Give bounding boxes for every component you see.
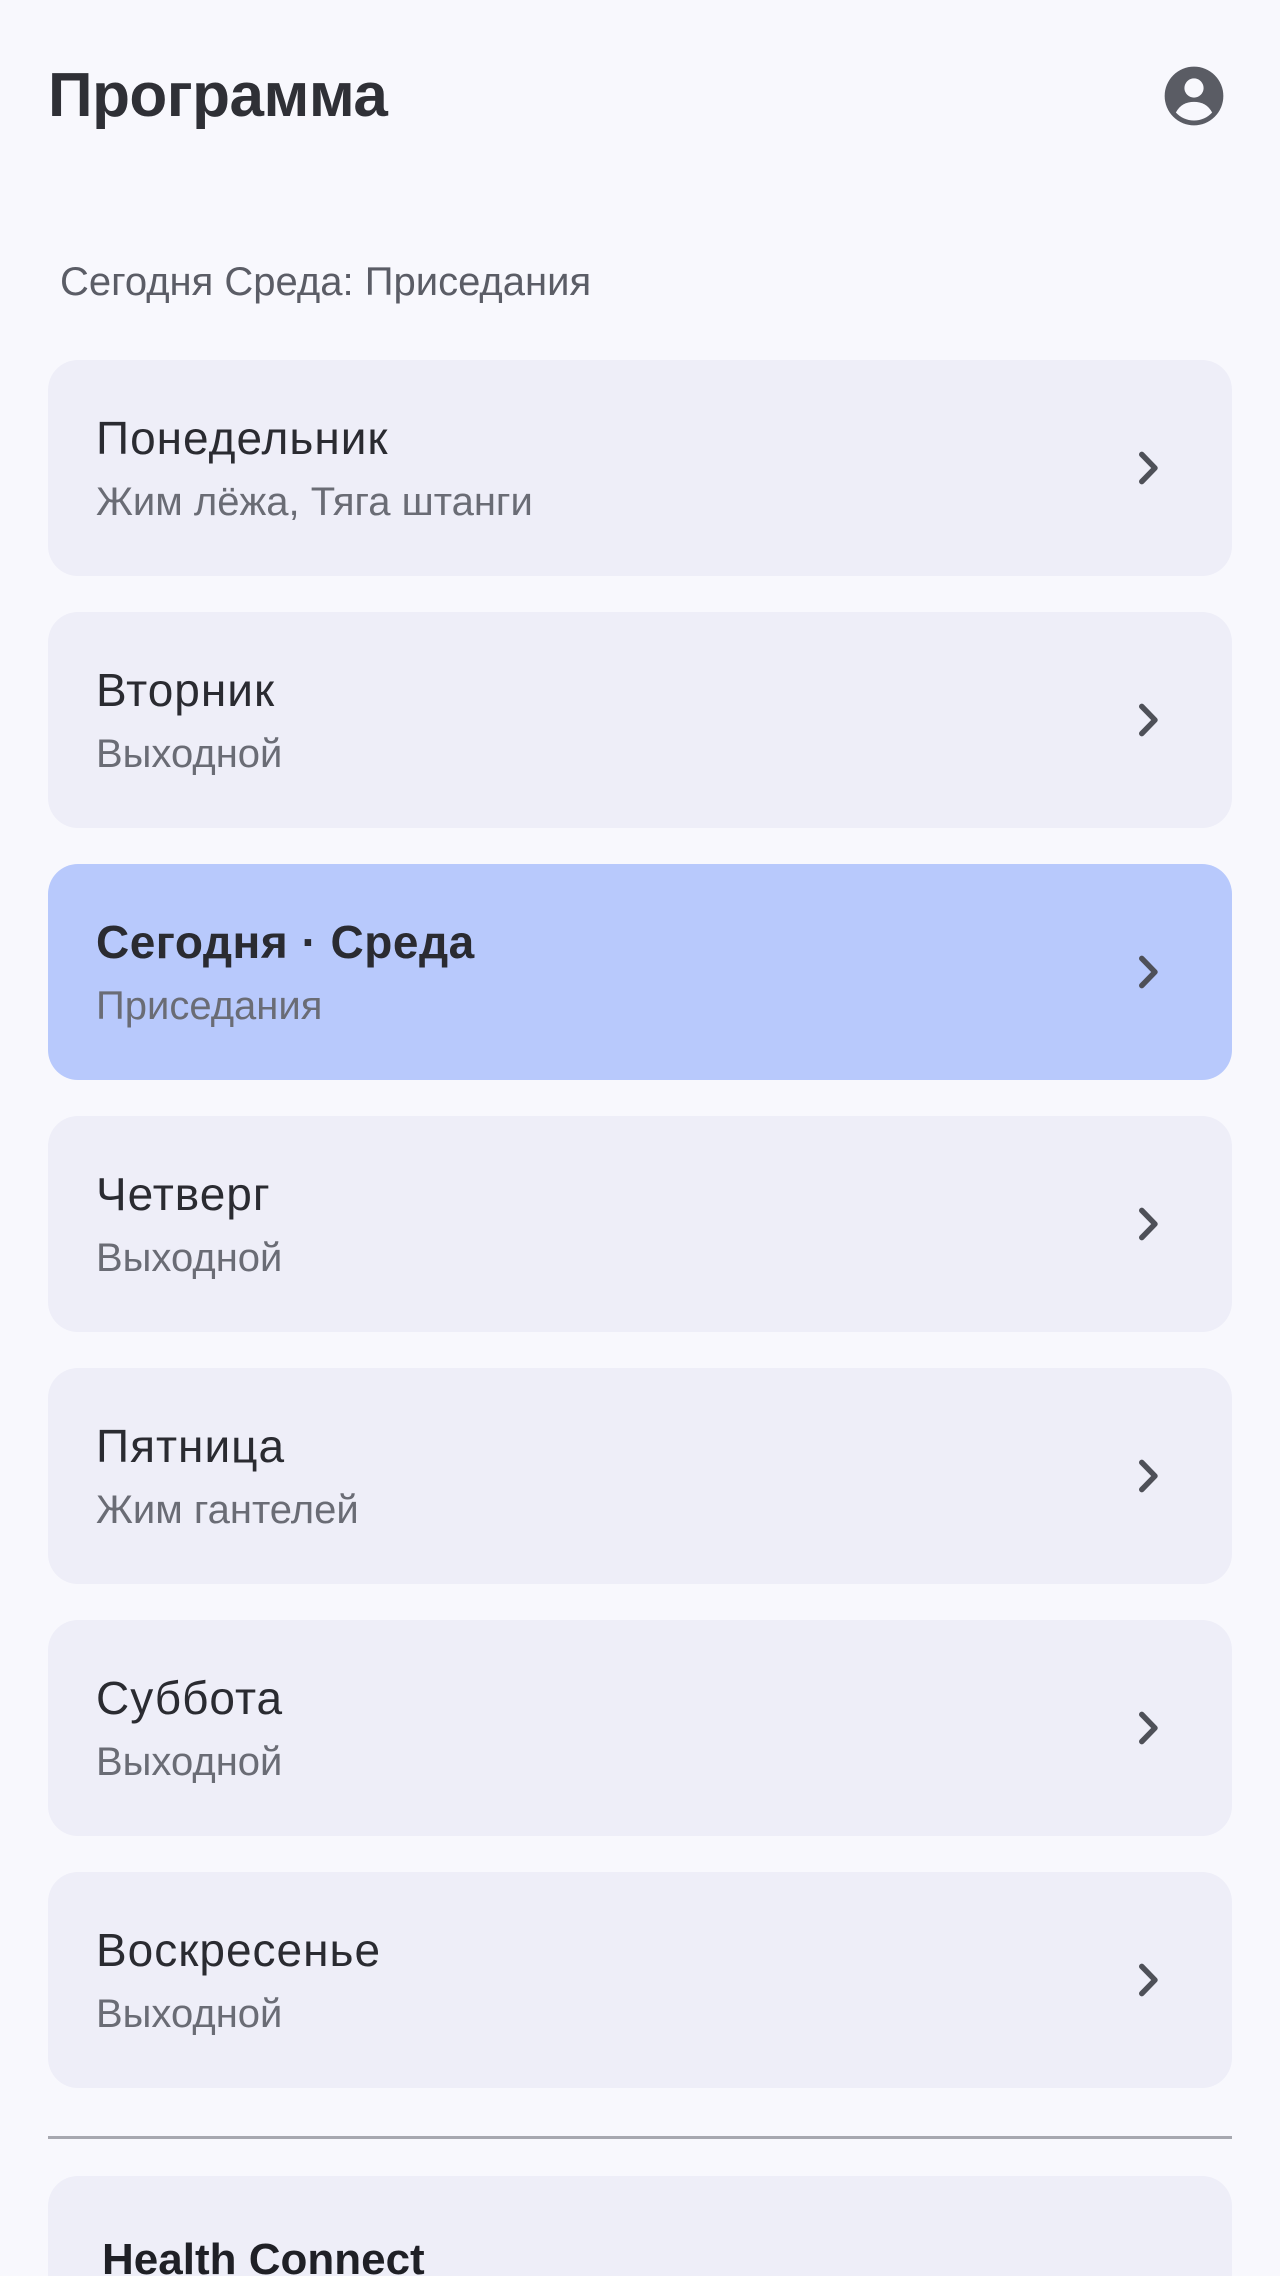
day-card-monday[interactable]: Понедельник Жим лёжа, Тяга штанги <box>48 360 1232 576</box>
day-subtitle: Выходной <box>96 1740 283 1784</box>
chevron-right-icon <box>1126 446 1170 490</box>
day-title: Суббота <box>96 1672 284 1724</box>
day-card-friday[interactable]: Пятница Жим гантелей <box>48 1368 1232 1584</box>
day-subtitle: Выходной <box>96 1236 283 1280</box>
day-card-thursday[interactable]: Четверг Выходной <box>48 1116 1232 1332</box>
day-list: Понедельник Жим лёжа, Тяга штанги Вторни… <box>48 360 1232 2124</box>
day-subtitle: Выходной <box>96 732 283 776</box>
section-divider <box>48 2136 1232 2139</box>
day-subtitle: Жим лёжа, Тяга штанги <box>96 480 533 524</box>
day-card-tuesday[interactable]: Вторник Выходной <box>48 612 1232 828</box>
day-title: Воскресенье <box>96 1924 382 1976</box>
day-title: Пятница <box>96 1420 286 1472</box>
day-card-saturday[interactable]: Суббота Выходной <box>48 1620 1232 1836</box>
chevron-right-icon <box>1126 1202 1170 1246</box>
day-title: Вторник <box>96 664 276 716</box>
day-title: Сегодня · Среда <box>96 916 475 968</box>
day-subtitle: Выходной <box>96 1992 283 2036</box>
chevron-right-icon <box>1126 1958 1170 2002</box>
day-card-sunday[interactable]: Воскресенье Выходной <box>48 1872 1232 2088</box>
day-title: Четверг <box>96 1168 271 1220</box>
health-connect-card[interactable]: Health Connect <box>48 2176 1232 2276</box>
health-connect-title: Health Connect <box>102 2235 425 2276</box>
top-app-bar: Программа <box>0 0 1280 190</box>
day-card-wednesday-today[interactable]: Сегодня · Среда Приседания <box>48 864 1232 1080</box>
today-caption: Сегодня Среда: Приседания <box>60 260 592 304</box>
chevron-right-icon <box>1126 1706 1170 1750</box>
page-title: Программа <box>48 61 388 130</box>
chevron-right-icon <box>1126 698 1170 742</box>
day-subtitle: Приседания <box>96 984 323 1028</box>
chevron-right-icon <box>1126 1454 1170 1498</box>
account-circle-icon <box>1164 66 1224 126</box>
day-title: Понедельник <box>96 412 389 464</box>
program-screen: Программа Сегодня Среда: Приседания Поне… <box>0 0 1280 2276</box>
chevron-right-icon <box>1126 950 1170 994</box>
day-subtitle: Жим гантелей <box>96 1488 359 1532</box>
account-button[interactable] <box>1162 64 1226 128</box>
